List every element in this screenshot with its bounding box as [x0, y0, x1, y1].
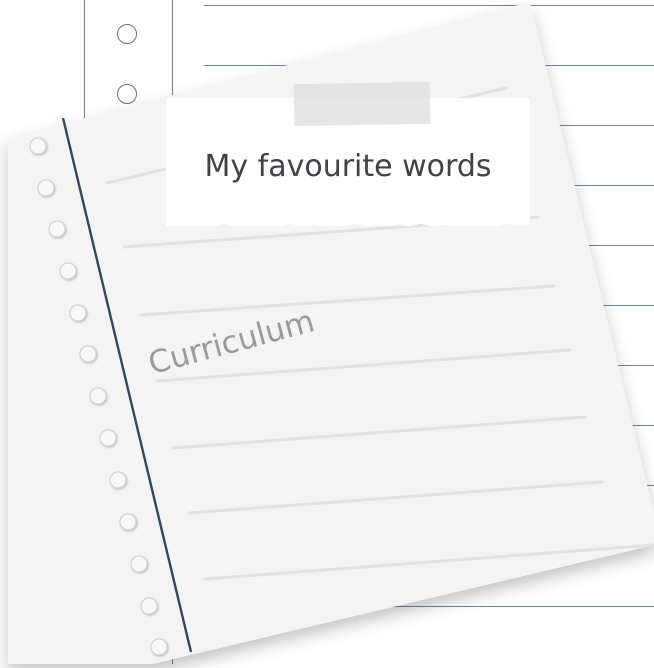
background-hole-icon — [117, 24, 137, 44]
background-left-margin-line — [84, 0, 85, 664]
background-hole-icon — [117, 84, 137, 104]
background-rule-line — [204, 365, 654, 366]
background-rule-line — [204, 5, 654, 6]
background-rule-line — [204, 606, 654, 607]
tape-icon — [293, 81, 431, 127]
background-hole-icon — [117, 640, 137, 660]
background-rule-line — [204, 485, 654, 486]
background-rule-line — [204, 245, 654, 246]
note-title: My favourite words — [204, 149, 492, 184]
background-rule-line — [204, 65, 654, 66]
background-rule-line — [204, 305, 654, 306]
background-rule-line — [204, 545, 654, 546]
background-rule-line — [204, 425, 654, 426]
